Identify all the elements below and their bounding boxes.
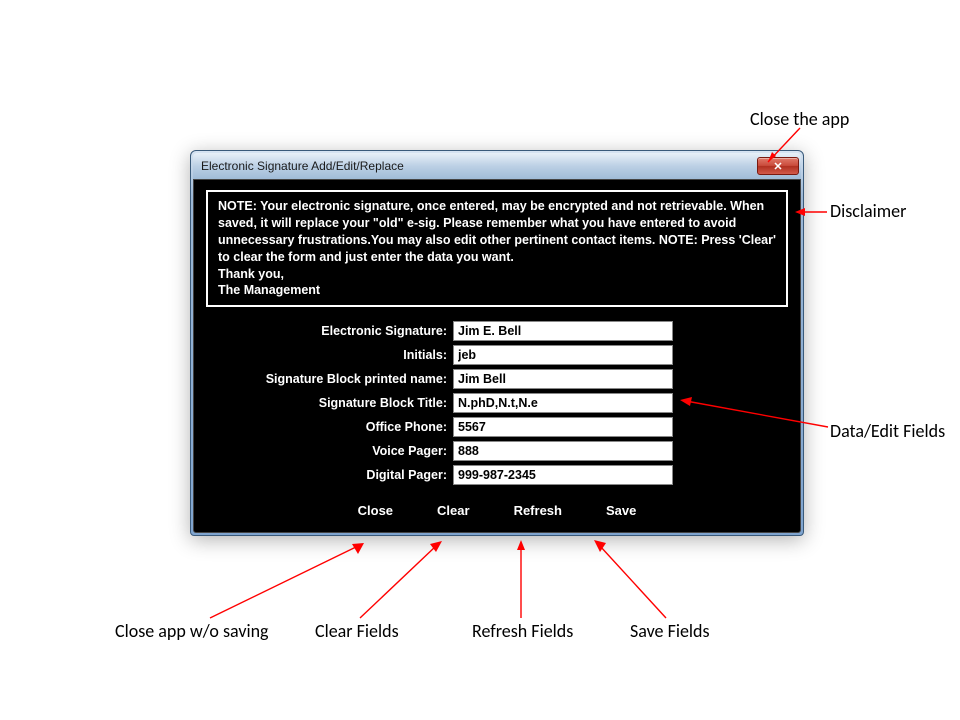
annotation-save-fields: Save Fields [630,620,710,642]
arrow-close-no-save [210,540,370,620]
row-digital-pager: Digital Pager: [227,465,767,485]
input-voice-pager[interactable] [453,441,673,461]
row-office-phone: Office Phone: [227,417,767,437]
label-office-phone: Office Phone: [227,420,447,434]
arrow-refresh-fields [515,540,545,620]
clear-button[interactable]: Clear [437,503,470,518]
save-button[interactable]: Save [606,503,636,518]
input-block-name[interactable] [453,369,673,389]
input-block-title[interactable] [453,393,673,413]
label-esig: Electronic Signature: [227,324,447,338]
row-voice-pager: Voice Pager: [227,441,767,461]
input-initials[interactable] [453,345,673,365]
window-title: Electronic Signature Add/Edit/Replace [201,159,404,173]
annotation-clear-fields: Clear Fields [315,620,399,642]
label-block-name: Signature Block printed name: [227,372,447,386]
annotation-close-app: Close the app [750,108,849,130]
label-voice-pager: Voice Pager: [227,444,447,458]
row-block-title: Signature Block Title: [227,393,767,413]
label-initials: Initials: [227,348,447,362]
annotation-disclaimer: Disclaimer [830,200,906,222]
annotation-refresh-fields: Refresh Fields [472,620,573,642]
row-block-name: Signature Block printed name: [227,369,767,389]
input-esig[interactable] [453,321,673,341]
client-area: NOTE: Your electronic signature, once en… [193,179,801,533]
refresh-button[interactable]: Refresh [514,503,562,518]
close-icon: ✕ [773,160,782,173]
disclaimer-text: NOTE: Your electronic signature, once en… [218,199,776,297]
arrow-save-fields [594,540,674,620]
annotation-data-fields: Data/Edit Fields [830,420,945,442]
action-bar: Close Clear Refresh Save [206,503,788,518]
input-office-phone[interactable] [453,417,673,437]
dialog-window: Electronic Signature Add/Edit/Replace ✕ … [190,150,804,536]
titlebar: Electronic Signature Add/Edit/Replace ✕ [193,153,801,179]
annotation-close-no-save: Close app w/o saving [115,620,269,642]
arrow-clear-fields [360,540,450,620]
form: Electronic Signature: Initials: Signatur… [227,321,767,485]
row-initials: Initials: [227,345,767,365]
close-button[interactable]: Close [358,503,393,518]
label-digital-pager: Digital Pager: [227,468,447,482]
label-block-title: Signature Block Title: [227,396,447,410]
disclaimer-box: NOTE: Your electronic signature, once en… [206,190,788,307]
row-esig: Electronic Signature: [227,321,767,341]
input-digital-pager[interactable] [453,465,673,485]
window-close-button[interactable]: ✕ [757,157,799,175]
